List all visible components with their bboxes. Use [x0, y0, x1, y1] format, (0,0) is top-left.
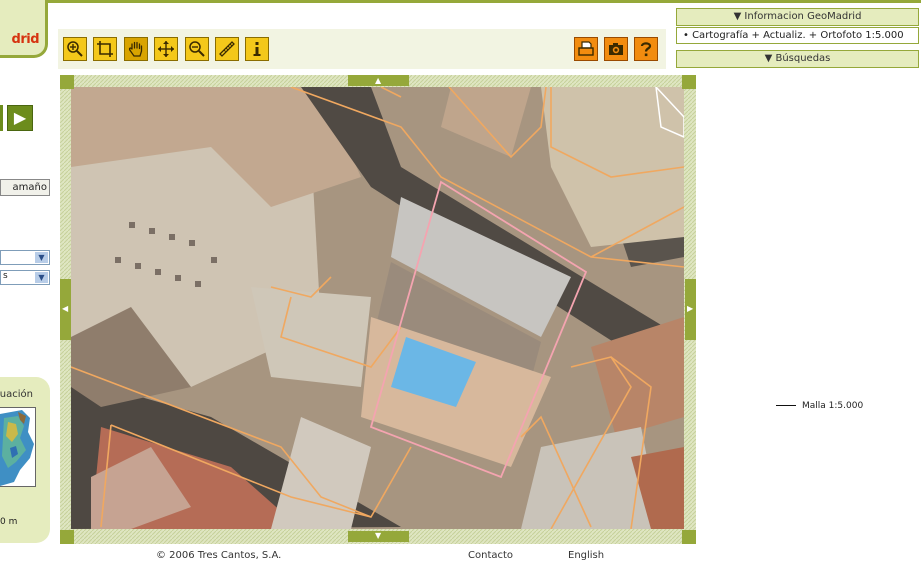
search-panel-header[interactable]: ▼ Búsquedas	[676, 50, 919, 68]
zoom-box-button[interactable]	[93, 37, 117, 61]
pan-northeast-button[interactable]	[682, 75, 696, 89]
pan-east-button[interactable]: ▶	[685, 279, 696, 340]
crop-icon	[97, 41, 113, 57]
layer-select[interactable]: ▼	[0, 250, 50, 265]
copyright: © 2006 Tres Cantos, S.A.	[156, 550, 282, 561]
zoom-in-icon	[67, 41, 83, 57]
camera-icon	[609, 43, 623, 55]
map-legend: Malla 1:5.000	[776, 401, 863, 411]
legend-label: Malla 1:5.000	[802, 401, 864, 411]
info-panel-header[interactable]: ▼ Informacion GeoMadrid	[676, 8, 919, 26]
legend-line	[776, 405, 796, 406]
nav-back-button-edge[interactable]	[0, 105, 3, 131]
contact-link[interactable]: Contacto	[468, 550, 513, 561]
map-canvas[interactable]	[71, 87, 684, 529]
situation-title: uación	[0, 389, 33, 400]
pan-west-button[interactable]: ◀	[60, 279, 71, 340]
zoom-in-button[interactable]	[63, 37, 87, 61]
move-arrows-icon	[158, 41, 174, 57]
help-button[interactable]	[634, 37, 658, 61]
pan-southwest-button[interactable]	[60, 530, 74, 544]
ruler-icon	[219, 41, 235, 57]
info-panel-item[interactable]: • Cartografía + Actualiz. + Ortofoto 1:5…	[676, 27, 919, 44]
print-button[interactable]	[574, 37, 598, 61]
chevron-down-icon: ▼	[35, 272, 48, 283]
municipality-select-value: s	[3, 271, 8, 281]
size-button[interactable]: amaño	[0, 179, 50, 196]
pan-button[interactable]	[124, 37, 148, 61]
nav-forward-button[interactable]: ▶	[7, 105, 33, 131]
zoom-out-button[interactable]	[185, 37, 209, 61]
measure-button[interactable]	[215, 37, 239, 61]
top-bar	[48, 0, 921, 3]
pan-northwest-button[interactable]	[60, 75, 74, 89]
zoom-out-icon	[189, 41, 205, 57]
pan-north-button[interactable]: ▲	[348, 75, 409, 86]
screenshot-button[interactable]	[604, 37, 628, 61]
info-icon	[253, 42, 261, 56]
hand-icon	[128, 41, 143, 57]
overview-map[interactable]	[0, 407, 36, 487]
pan-south-button[interactable]: ▼	[348, 531, 409, 542]
logo-text: drid	[11, 32, 40, 47]
info-button[interactable]	[245, 37, 269, 61]
print-icon	[578, 41, 594, 56]
pan-southeast-button[interactable]	[682, 530, 696, 544]
municipality-select[interactable]: s ▼	[0, 270, 50, 285]
center-button[interactable]	[154, 37, 178, 61]
english-link[interactable]: English	[568, 550, 604, 561]
situation-panel: uación 0 m	[0, 377, 50, 543]
chevron-down-icon: ▼	[35, 252, 48, 263]
help-icon	[640, 42, 652, 57]
logo: drid	[0, 0, 48, 58]
scale-label: 0 m	[0, 517, 18, 527]
